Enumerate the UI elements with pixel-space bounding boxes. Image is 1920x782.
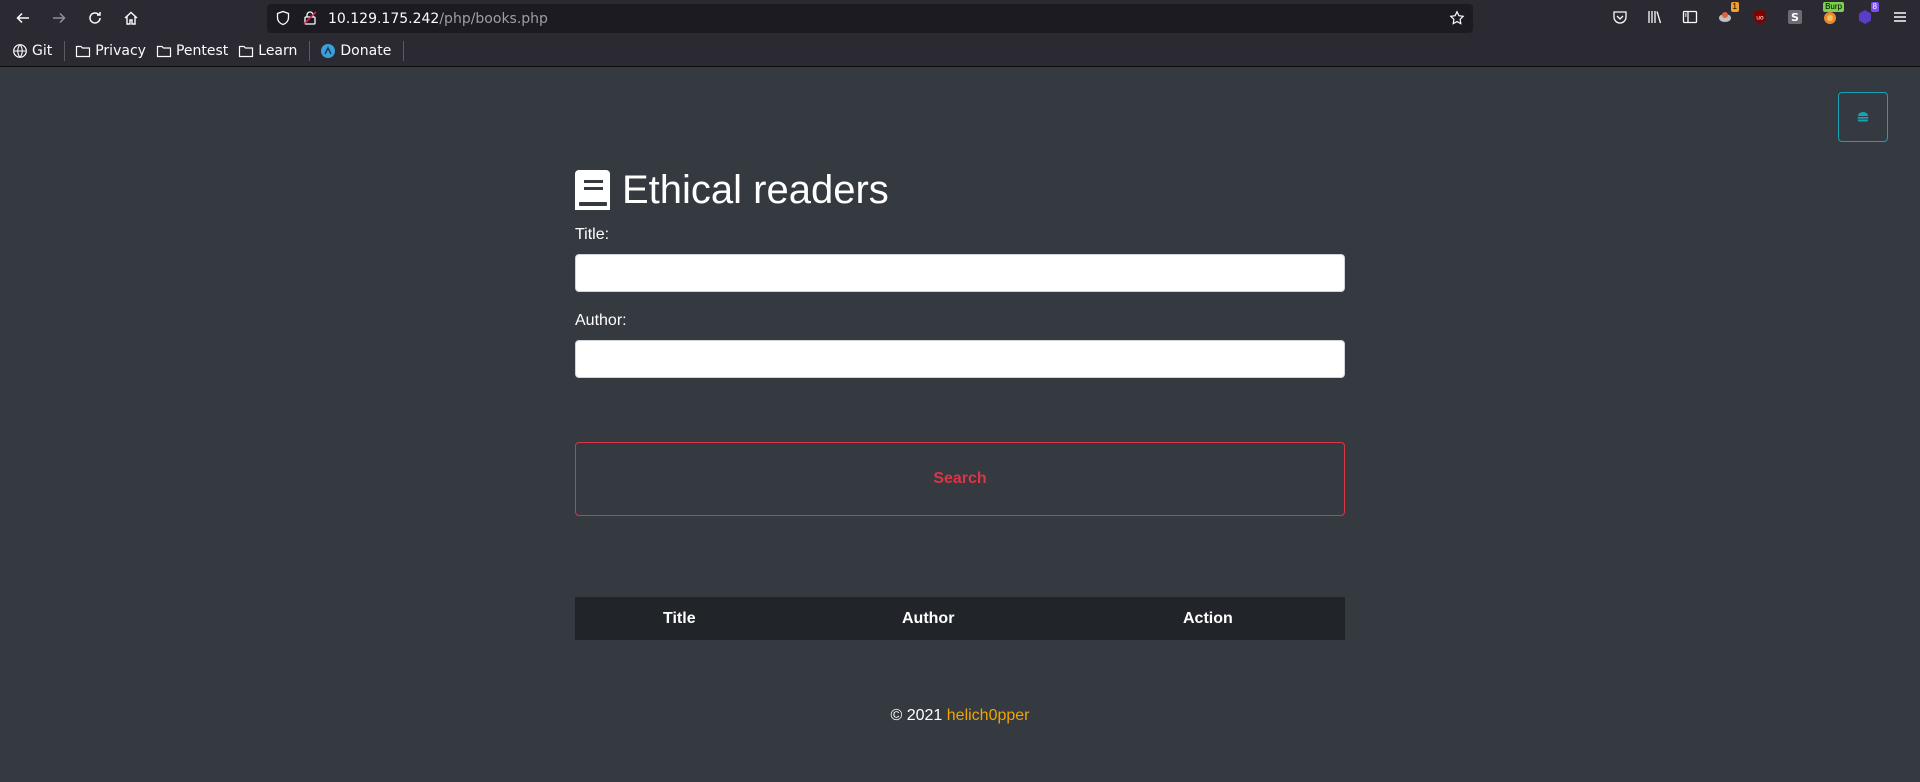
copyright-text: © 2021 xyxy=(890,707,943,724)
url-path: /php/books.php xyxy=(439,11,548,27)
ublock-button[interactable]: uo xyxy=(1748,5,1772,29)
url-bar[interactable]: 10.129.175.242/php/books.php xyxy=(267,4,1473,33)
author-input[interactable] xyxy=(575,340,1345,378)
extension-2-button[interactable]: 8 xyxy=(1853,2,1879,29)
arrow-right-icon xyxy=(53,12,66,24)
bookmark-pentest[interactable]: Pentest xyxy=(152,39,232,63)
hamburger-icon xyxy=(1894,12,1906,22)
svg-text:uo: uo xyxy=(1756,15,1764,22)
search-button[interactable]: Search xyxy=(575,442,1345,516)
insecure-lock-icon[interactable] xyxy=(302,10,318,26)
donate-icon xyxy=(321,43,336,58)
page-title: Ethical readers xyxy=(622,168,889,212)
bookmark-learn[interactable]: Learn xyxy=(234,39,301,63)
bookmark-star-icon[interactable] xyxy=(1449,10,1465,26)
bookmark-git[interactable]: Git xyxy=(8,39,56,63)
extension-1-button[interactable]: 1 xyxy=(1713,2,1739,29)
bookmark-separator xyxy=(403,40,405,61)
arrow-left-icon xyxy=(16,12,29,24)
reload-icon xyxy=(89,12,101,24)
search-form-container: Ethical readers Title: Author: Search Ti… xyxy=(575,165,1345,640)
title-input[interactable] xyxy=(575,254,1345,292)
folder-icon xyxy=(239,45,254,57)
bookmarks-toolbar: Git Privacy Pentest Learn Donate xyxy=(0,35,1920,67)
pocket-icon xyxy=(1613,11,1627,24)
bookmark-label: Donate xyxy=(340,42,392,59)
svg-text:S: S xyxy=(1791,11,1799,24)
results-table-header: Title Author Action xyxy=(575,597,1345,640)
forward-button[interactable] xyxy=(47,6,71,30)
title-label: Title: xyxy=(575,226,610,243)
sidebar-button[interactable] xyxy=(1678,5,1702,29)
browser-toolbar: 10.129.175.242/php/books.php 1 uo S Burp… xyxy=(0,0,1920,35)
bookmark-label: Pentest xyxy=(175,42,229,59)
bookmark-separator xyxy=(64,40,66,61)
bookmark-privacy[interactable]: Privacy xyxy=(71,39,150,63)
s-extension-icon: S xyxy=(1788,10,1802,24)
reload-button[interactable] xyxy=(83,6,107,30)
book-icon xyxy=(575,170,610,210)
app-menu-button[interactable] xyxy=(1888,5,1912,29)
burger-icon xyxy=(1857,112,1869,122)
pocket-button[interactable] xyxy=(1608,5,1632,29)
folder-icon xyxy=(76,45,91,57)
footer: © 2021 helich0pper xyxy=(0,707,1920,725)
extension-1-badge: 1 xyxy=(1730,2,1739,12)
bookmark-label: Privacy xyxy=(95,42,146,59)
menu-toggle-button[interactable] xyxy=(1838,92,1888,142)
back-button[interactable] xyxy=(11,6,35,30)
bookmark-label: Learn xyxy=(258,42,298,59)
bookmark-label: Git xyxy=(32,42,53,59)
toolbar-icons: 1 uo S Burp 8 xyxy=(1608,2,1912,29)
column-header-title: Title xyxy=(663,609,696,627)
s-extension-button[interactable]: S xyxy=(1783,5,1807,29)
bookmark-donate[interactable]: Donate xyxy=(316,39,395,63)
folder-icon xyxy=(156,45,172,57)
page-heading: Ethical readers xyxy=(575,165,1345,215)
bookmark-separator xyxy=(309,40,311,61)
url-text[interactable]: 10.129.175.242/php/books.php xyxy=(328,11,548,27)
burp-button[interactable]: Burp xyxy=(1818,2,1844,29)
author-label: Author: xyxy=(575,312,627,329)
column-header-author: Author xyxy=(902,609,955,627)
shield-icon[interactable] xyxy=(275,10,291,26)
burp-badge: Burp xyxy=(1823,2,1844,12)
library-button[interactable] xyxy=(1643,5,1667,29)
home-button[interactable] xyxy=(119,6,143,30)
extension-2-badge: 8 xyxy=(1870,2,1879,12)
globe-icon xyxy=(13,43,27,58)
column-header-action: Action xyxy=(1183,609,1233,627)
library-icon xyxy=(1648,11,1662,24)
home-icon xyxy=(124,11,138,25)
sidebar-icon xyxy=(1682,10,1698,24)
url-host: 10.129.175.242 xyxy=(328,11,440,27)
author-link[interactable]: helich0pper xyxy=(947,707,1030,724)
ublock-icon: uo xyxy=(1754,10,1766,24)
